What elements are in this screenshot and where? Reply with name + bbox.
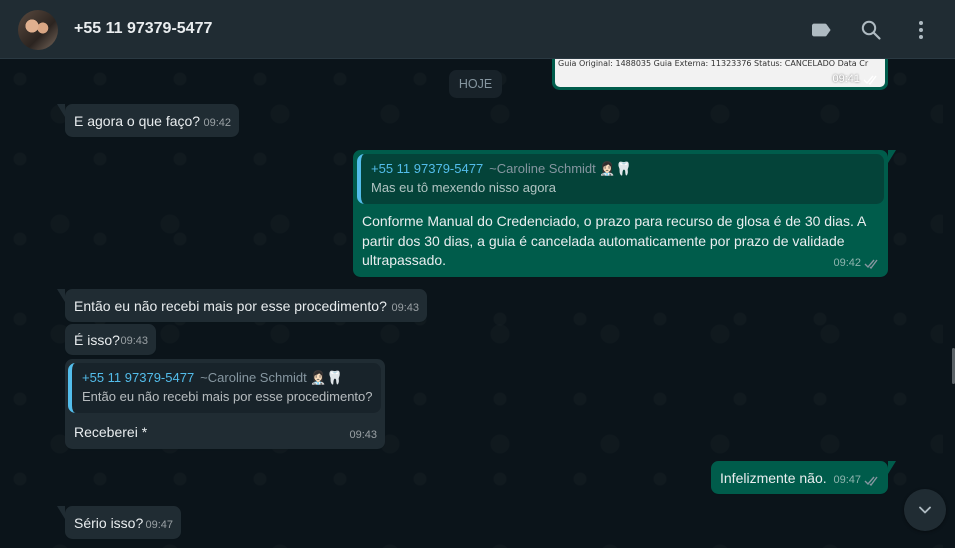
message-meta: 09:47 — [145, 516, 173, 535]
message-time: 09:42 — [833, 257, 861, 269]
message-incoming[interactable]: +55 11 97379-5477 ~Caroline Schmidt 👩🏻‍⚕️… — [65, 359, 385, 449]
chevron-down-icon — [919, 506, 931, 514]
message-incoming[interactable]: É isso? 09:43 — [65, 324, 156, 355]
image-caption-text: Guia Original: 1488035 Guia Externa: 113… — [558, 59, 869, 68]
quoted-message[interactable]: +55 11 97379-5477 ~Caroline Schmidt 👩🏻‍⚕️… — [68, 363, 381, 413]
message-time: 09:47 — [833, 474, 861, 486]
message-time: 09:42 — [203, 117, 231, 129]
message-text: Então eu não recebi mais por esse proced… — [74, 298, 387, 314]
message-text: É isso? — [74, 332, 120, 348]
message-outgoing[interactable]: +55 11 97379-5477 ~Caroline Schmidt 👩🏻‍⚕️… — [353, 150, 896, 277]
scrollbar-track[interactable] — [943, 59, 955, 548]
message-meta: 09:47 — [833, 471, 880, 490]
message-incoming[interactable]: Então eu não recebi mais por esse proced… — [57, 289, 427, 322]
message-time: 09:43 — [391, 302, 419, 314]
message-outgoing[interactable]: Infelizmente não. 09:47 — [711, 461, 896, 494]
quote-author: +55 11 97379-5477 ~Caroline Schmidt 👩🏻‍⚕️… — [371, 160, 874, 178]
message-time: 09:43 — [120, 335, 148, 347]
image-preview[interactable]: Guia Original: 1488035 Guia Externa: 113… — [555, 59, 885, 87]
quote-author-nick: ~Caroline Schmidt 👩🏻‍⚕️🦷 — [200, 370, 343, 385]
message-text: Infelizmente não. — [720, 470, 827, 486]
image-message[interactable]: Guia Original: 1488035 Guia Externa: 113… — [552, 59, 888, 90]
message-meta: 09:42 — [833, 254, 880, 273]
label-icon[interactable] — [809, 18, 833, 42]
quote-author: +55 11 97379-5477 ~Caroline Schmidt 👩🏻‍⚕️… — [82, 369, 371, 387]
contact-avatar[interactable] — [18, 10, 58, 50]
message-time: 09:47 — [145, 519, 173, 531]
message-time: 09:43 — [349, 429, 377, 441]
chat-header: +55 11 97379-5477 — [0, 0, 955, 59]
message-meta: 09:43 — [120, 332, 148, 351]
message-meta: 09:42 — [203, 114, 231, 133]
read-ticks-icon — [864, 476, 878, 486]
message-meta: 09:43 — [349, 426, 377, 445]
message-text: E agora o que faço? — [74, 113, 201, 129]
message-incoming[interactable]: E agora o que faço? 09:42 — [57, 104, 239, 137]
message-text: Conforme Manual do Credenciado, o prazo … — [362, 213, 866, 268]
scroll-down-button[interactable] — [904, 489, 946, 531]
read-ticks-icon — [863, 75, 877, 85]
message-meta: 09:43 — [391, 299, 419, 318]
date-separator: HOJE — [449, 70, 502, 98]
quote-author-number: +55 11 97379-5477 — [371, 161, 484, 176]
read-ticks-icon — [864, 259, 878, 269]
search-icon[interactable] — [859, 18, 883, 42]
message-time: 09:41 — [832, 73, 860, 85]
message-text: Sério isso? — [74, 515, 144, 531]
message-text: Receberei * — [74, 424, 148, 440]
contact-name[interactable]: +55 11 97379-5477 — [74, 20, 212, 38]
quote-text: Então eu não recebi mais por esse proced… — [82, 389, 373, 404]
message-incoming[interactable]: Sério isso? 09:47 — [57, 506, 181, 539]
menu-icon[interactable] — [909, 18, 933, 42]
quote-text: Mas eu tô mexendo nisso agora — [371, 180, 556, 195]
quote-author-nick: ~Caroline Schmidt 👩🏻‍⚕️🦷 — [489, 161, 632, 176]
quote-author-number: +55 11 97379-5477 — [82, 370, 195, 385]
quoted-message[interactable]: +55 11 97379-5477 ~Caroline Schmidt 👩🏻‍⚕️… — [357, 154, 884, 204]
message-meta: 09:41 — [832, 73, 879, 85]
